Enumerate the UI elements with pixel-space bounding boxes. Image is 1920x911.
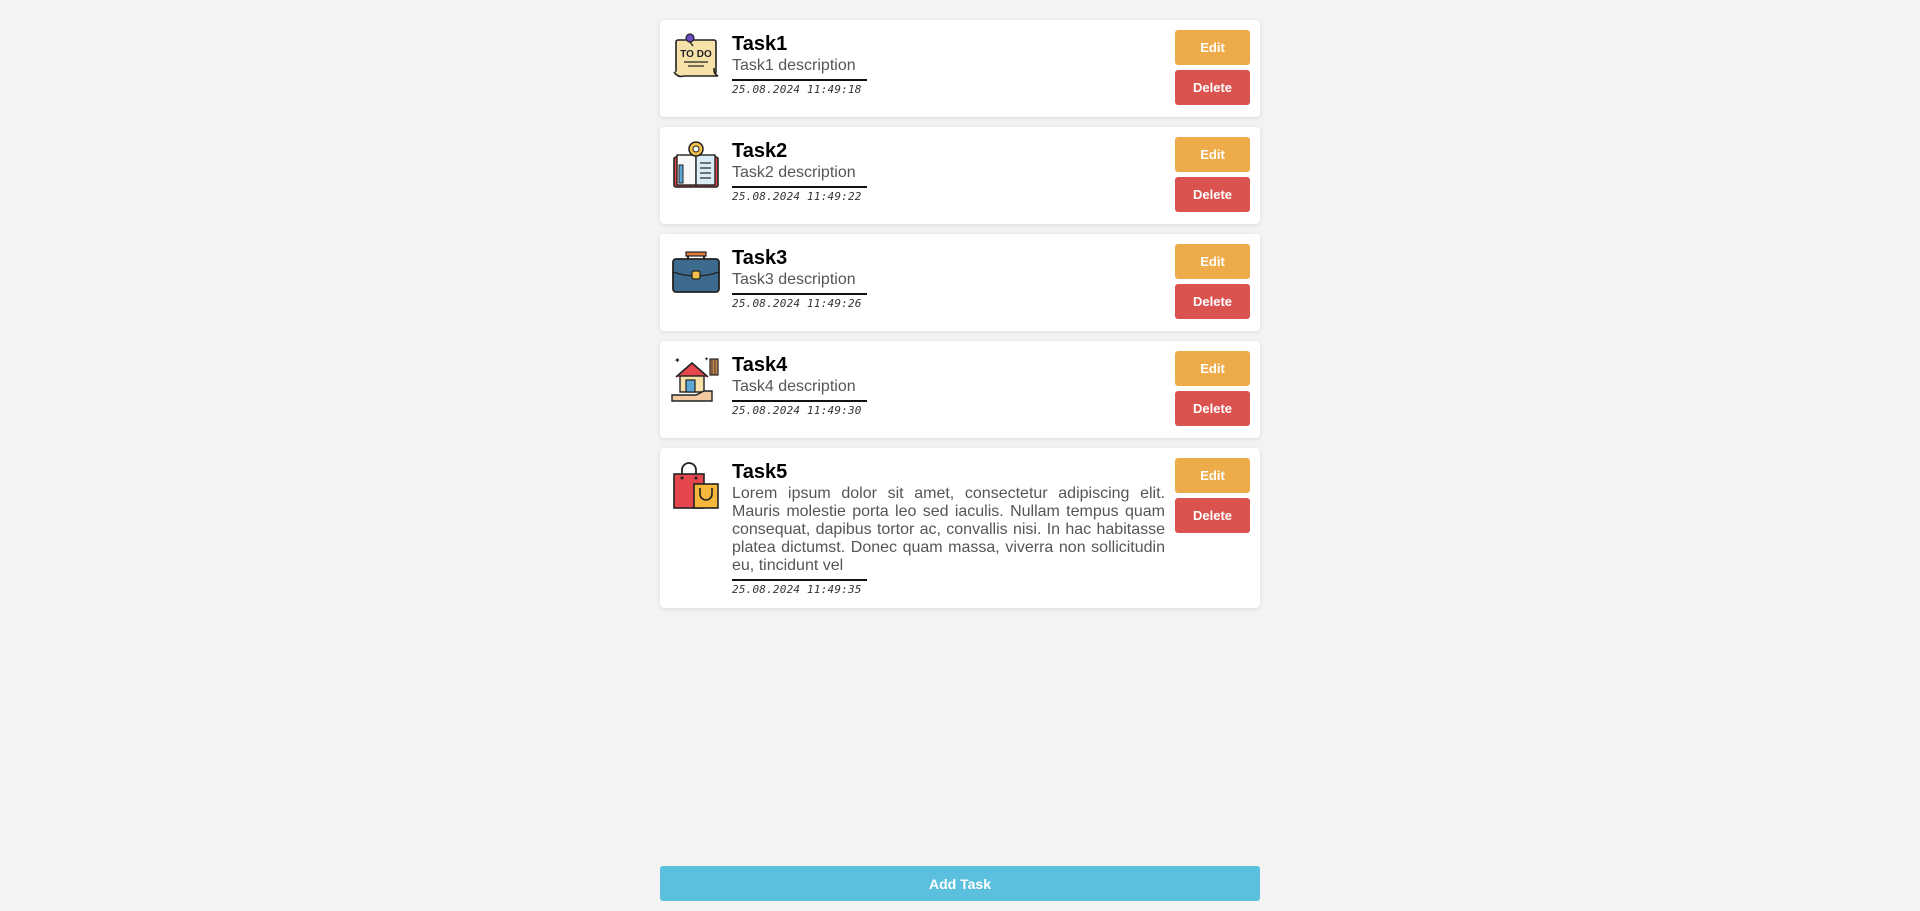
task-body: Task2 Task2 description 25.08.2024 11:49… <box>732 137 1175 205</box>
task-card: Task3 Task3 description 25.08.2024 11:49… <box>660 234 1260 331</box>
task-timestamp: 25.08.2024 11:49:26 <box>732 293 867 310</box>
task-card: ✦ ✦ Task4 Task4 description 25.08.2024 1… <box>660 341 1260 438</box>
task-list: TO DO Task1 Task1 description 25.08.2024… <box>660 20 1260 618</box>
delete-button[interactable]: Delete <box>1175 391 1250 426</box>
svg-text:TO DO: TO DO <box>680 49 712 60</box>
task-description: Lorem ipsum dolor sit amet, consectetur … <box>732 485 1165 574</box>
task-description: Task4 description <box>732 378 856 395</box>
study-book-icon <box>670 139 722 191</box>
task-actions: Edit Delete <box>1175 244 1250 319</box>
task-card: TO DO Task1 Task1 description 25.08.2024… <box>660 20 1260 117</box>
task-actions: Edit Delete <box>1175 137 1250 212</box>
task-timestamp: 25.08.2024 11:49:30 <box>732 400 867 417</box>
delete-button[interactable]: Delete <box>1175 284 1250 319</box>
task-description: Task3 description <box>732 271 856 288</box>
todo-note-icon: TO DO <box>670 32 722 84</box>
task-card: Task5 Lorem ipsum dolor sit amet, consec… <box>660 448 1260 608</box>
svg-text:✦: ✦ <box>704 356 709 363</box>
edit-button[interactable]: Edit <box>1175 30 1250 65</box>
task-body: Task1 Task1 description 25.08.2024 11:49… <box>732 30 1175 98</box>
house-cleaning-icon: ✦ ✦ <box>670 353 722 405</box>
edit-button[interactable]: Edit <box>1175 137 1250 172</box>
task-description: Task1 description <box>732 57 856 74</box>
task-timestamp: 25.08.2024 11:49:18 <box>732 79 867 96</box>
task-timestamp: 25.08.2024 11:49:22 <box>732 186 867 203</box>
task-body: Task5 Lorem ipsum dolor sit amet, consec… <box>732 458 1175 598</box>
task-card: Task2 Task2 description 25.08.2024 11:49… <box>660 127 1260 224</box>
svg-text:✦: ✦ <box>674 356 681 365</box>
task-body: Task4 Task4 description 25.08.2024 11:49… <box>732 351 1175 419</box>
delete-button[interactable]: Delete <box>1175 498 1250 533</box>
task-title: Task1 <box>732 33 788 55</box>
task-description: Task2 description <box>732 164 856 181</box>
briefcase-icon <box>670 246 722 298</box>
edit-button[interactable]: Edit <box>1175 244 1250 279</box>
edit-button[interactable]: Edit <box>1175 351 1250 386</box>
add-task-button[interactable]: Add Task <box>660 866 1260 901</box>
delete-button[interactable]: Delete <box>1175 70 1250 105</box>
task-title: Task5 <box>732 461 788 483</box>
task-title: Task2 <box>732 140 788 162</box>
task-title: Task3 <box>732 247 788 269</box>
task-body: Task3 Task3 description 25.08.2024 11:49… <box>732 244 1175 312</box>
task-actions: Edit Delete <box>1175 30 1250 105</box>
task-title: Task4 <box>732 354 788 376</box>
task-timestamp: 25.08.2024 11:49:35 <box>732 579 867 596</box>
task-actions: Edit Delete <box>1175 351 1250 426</box>
shopping-bags-icon <box>670 460 722 512</box>
task-actions: Edit Delete <box>1175 458 1250 533</box>
edit-button[interactable]: Edit <box>1175 458 1250 493</box>
delete-button[interactable]: Delete <box>1175 177 1250 212</box>
